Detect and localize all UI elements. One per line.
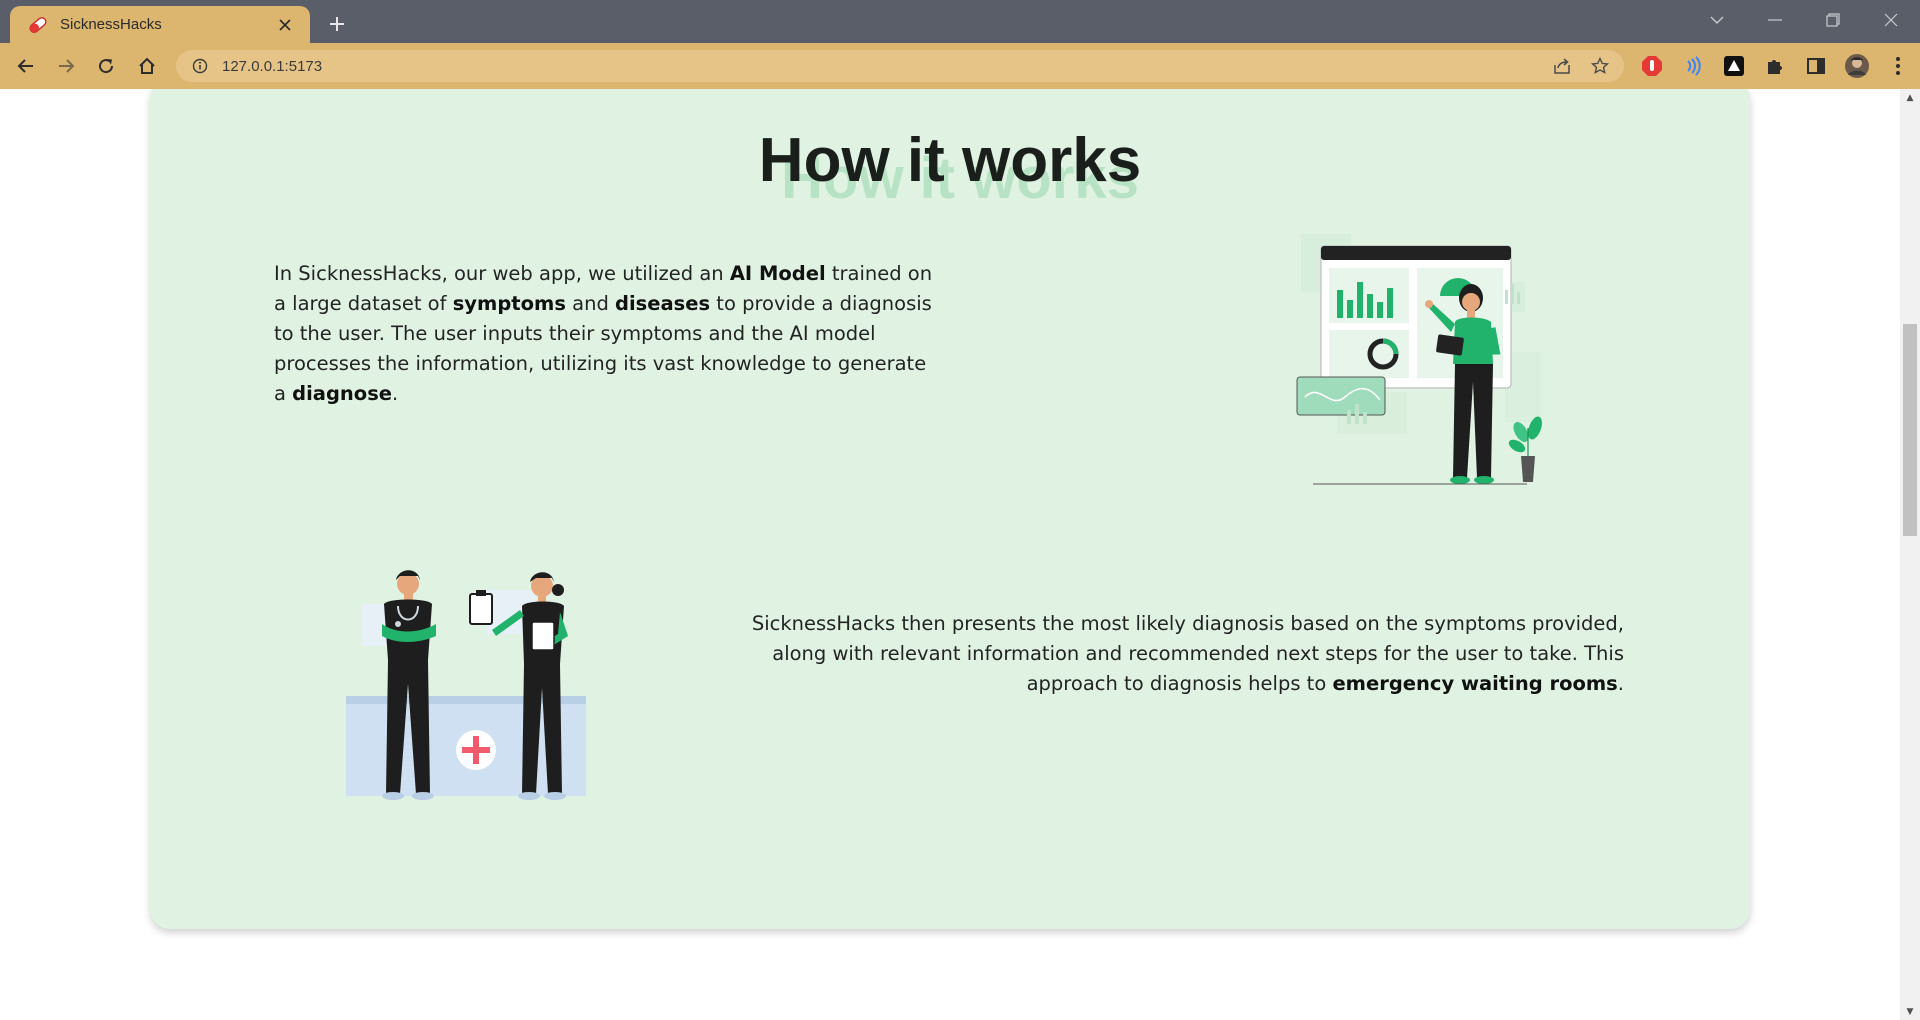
puzzle-icon[interactable] bbox=[1759, 50, 1791, 82]
address-bar[interactable]: 127.0.0.1:5173 bbox=[176, 50, 1624, 82]
home-icon[interactable] bbox=[131, 50, 163, 82]
window-close-icon[interactable] bbox=[1862, 0, 1920, 40]
back-arrow-icon[interactable] bbox=[10, 50, 42, 82]
vercel-icon[interactable] bbox=[1718, 50, 1750, 82]
minimize-icon[interactable] bbox=[1746, 0, 1804, 40]
window-controls bbox=[1688, 0, 1920, 40]
forward-arrow-icon[interactable] bbox=[50, 50, 82, 82]
avatar[interactable] bbox=[1841, 50, 1873, 82]
extensions-area bbox=[1636, 50, 1914, 82]
plus-icon[interactable] bbox=[322, 9, 352, 39]
page-viewport: How it works How it works In SicknessHac… bbox=[0, 89, 1900, 1020]
audio-extension-icon[interactable] bbox=[1677, 50, 1709, 82]
share-icon[interactable] bbox=[1550, 54, 1574, 78]
restore-icon[interactable] bbox=[1804, 0, 1862, 40]
star-icon[interactable] bbox=[1588, 54, 1612, 78]
close-icon[interactable] bbox=[274, 14, 296, 36]
page-title: How it works bbox=[758, 126, 1142, 195]
browser-tab[interactable]: SicknessHacks bbox=[10, 6, 310, 43]
scroll-thumb[interactable] bbox=[1903, 324, 1917, 536]
tab-title: SicknessHacks bbox=[60, 16, 162, 33]
reload-icon[interactable] bbox=[90, 50, 122, 82]
adblock-icon[interactable] bbox=[1636, 50, 1668, 82]
dashboard-presenter-illustration bbox=[1296, 234, 1542, 485]
info-icon[interactable] bbox=[190, 56, 210, 76]
pill-icon bbox=[26, 13, 50, 37]
browser-toolbar: 127.0.0.1:5173 bbox=[0, 43, 1920, 89]
kebab-menu-icon[interactable] bbox=[1882, 50, 1914, 82]
how-it-works-paragraph-2: SicknessHacks then presents the most lik… bbox=[751, 612, 1624, 695]
how-it-works-paragraph-1: In SicknessHacks, our web app, we utiliz… bbox=[274, 262, 933, 405]
scroll-down-arrow-icon[interactable]: ▼ bbox=[1900, 1003, 1920, 1020]
scroll-up-arrow-icon[interactable]: ▲ bbox=[1900, 89, 1920, 106]
doctors-illustration bbox=[346, 570, 586, 800]
vertical-scrollbar[interactable]: ▲ ▼ bbox=[1900, 89, 1920, 1020]
sidebar-icon[interactable] bbox=[1800, 50, 1832, 82]
tab-strip: SicknessHacks bbox=[0, 0, 1920, 43]
url-text: 127.0.0.1:5173 bbox=[222, 57, 323, 75]
how-it-works-card: How it works How it works In SicknessHac… bbox=[150, 89, 1750, 929]
section-heading: How it works How it works bbox=[150, 125, 1750, 215]
tab-search-icon[interactable] bbox=[1688, 0, 1746, 40]
